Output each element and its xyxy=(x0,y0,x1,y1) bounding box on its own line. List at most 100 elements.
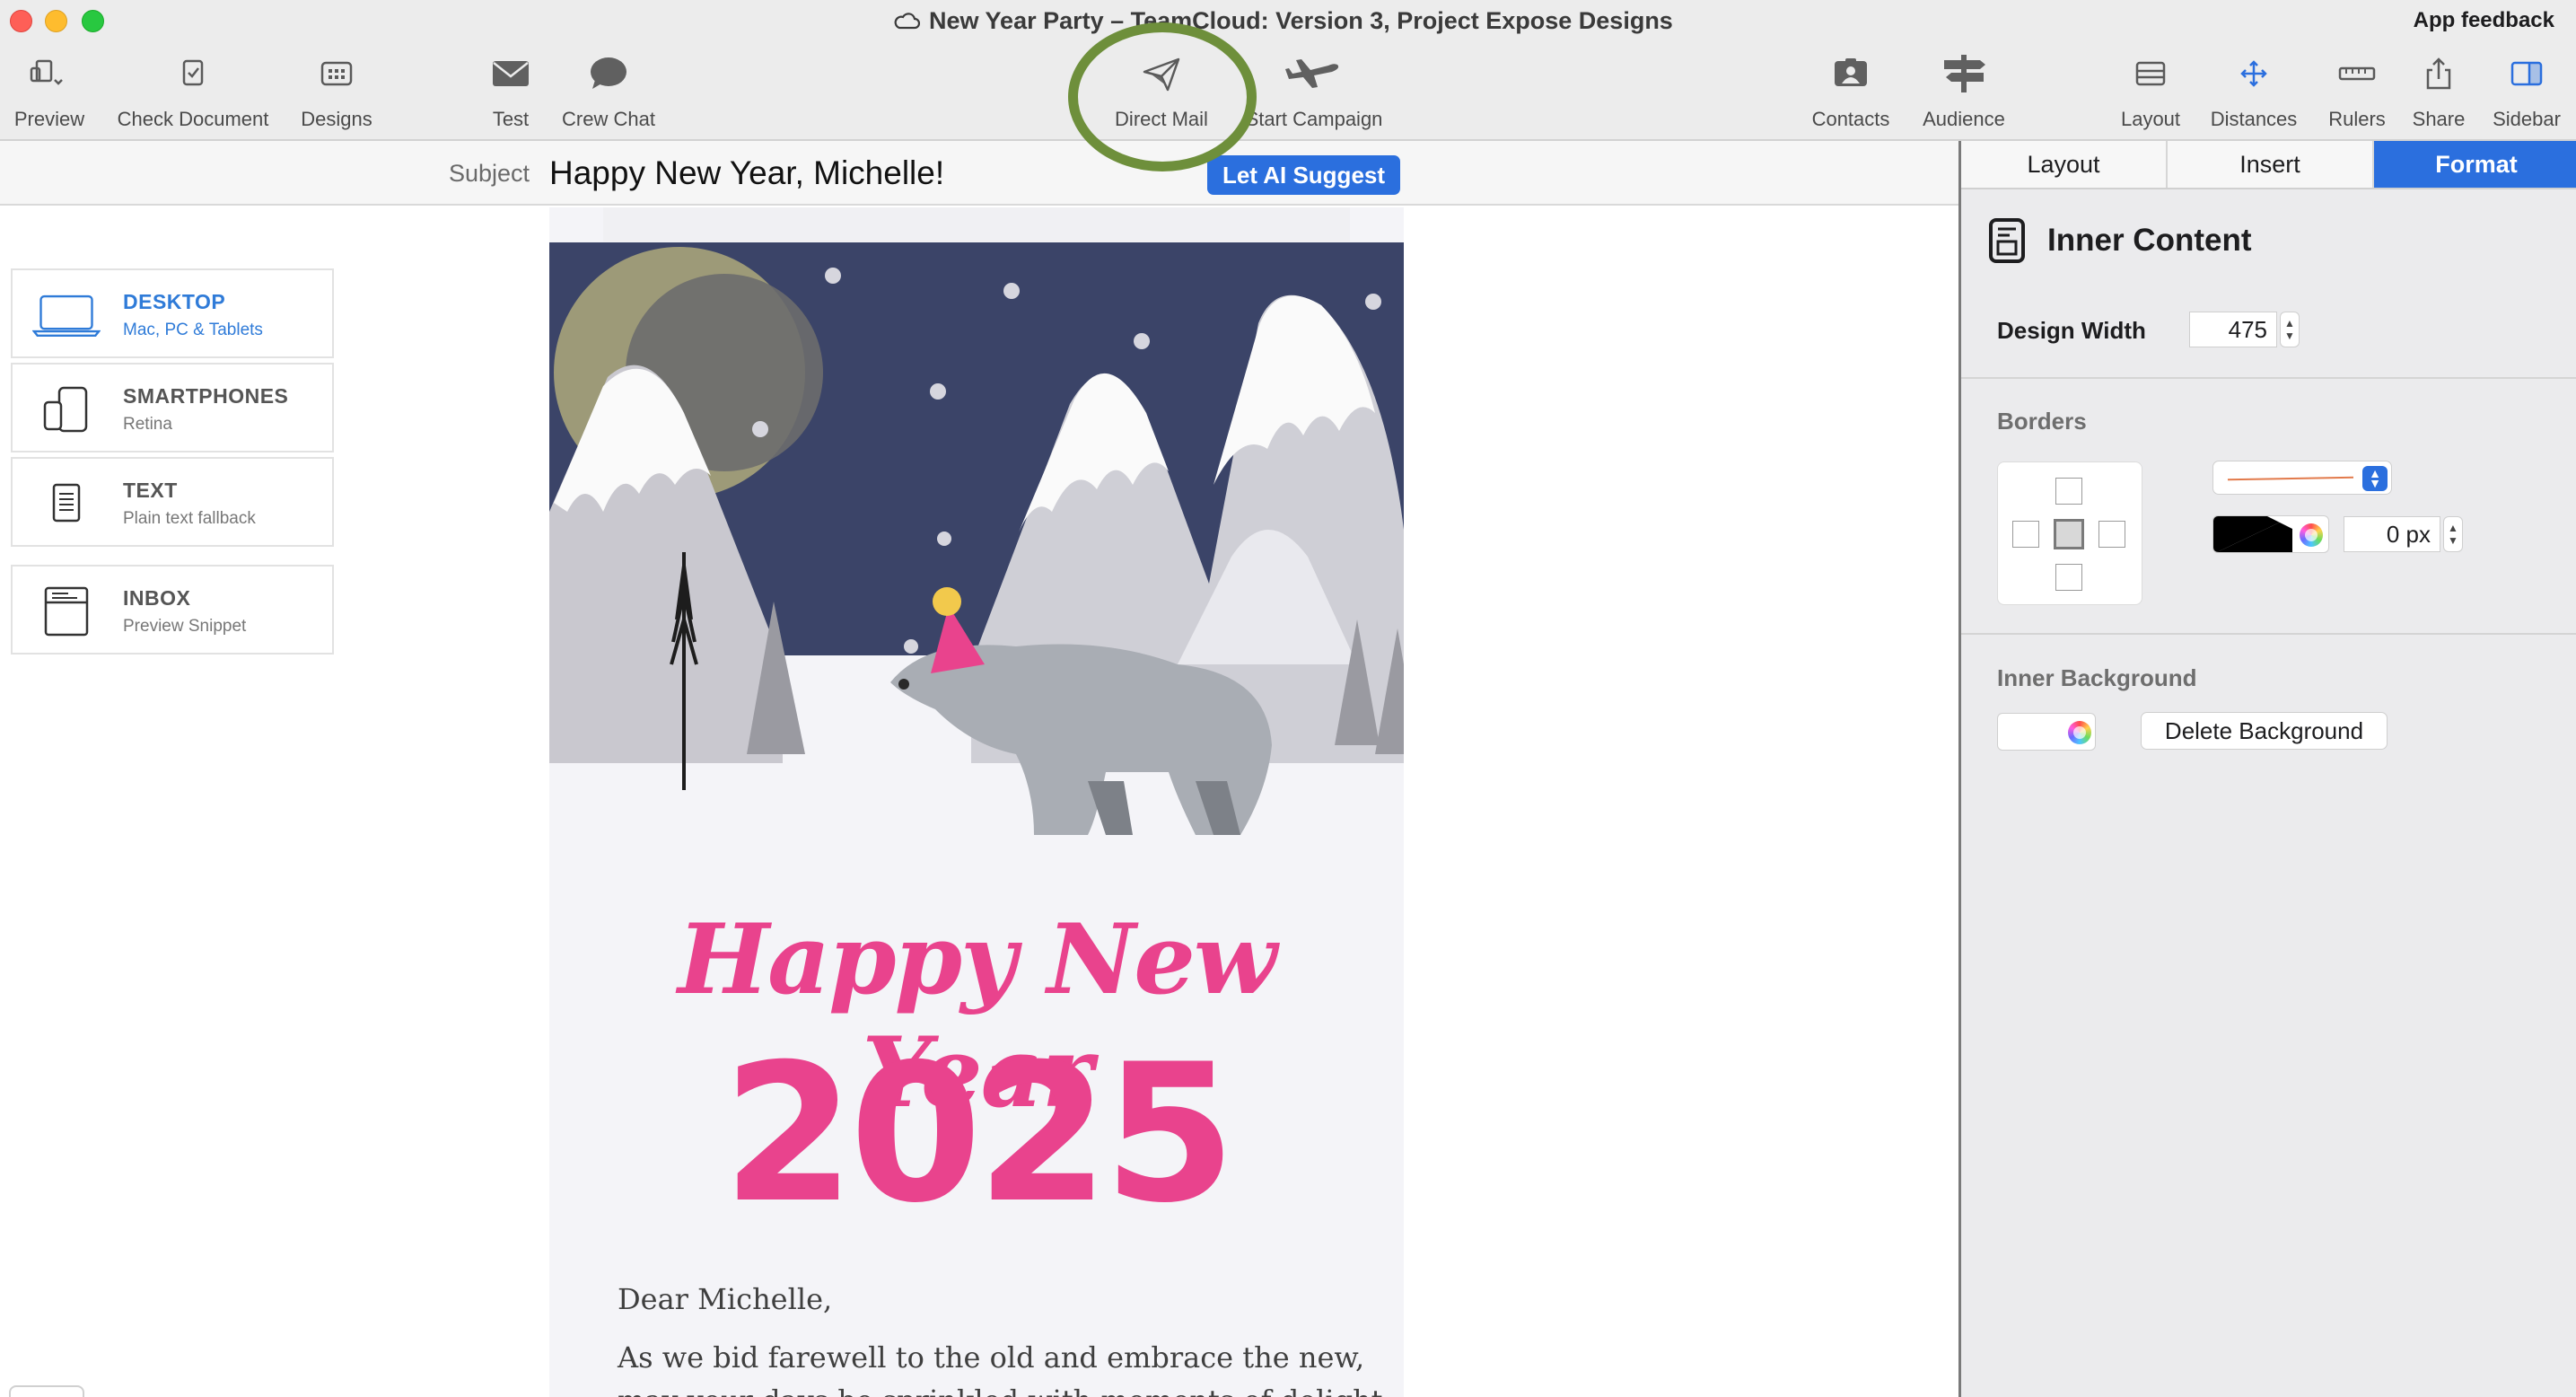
toolbar-share-button[interactable]: Share xyxy=(2404,50,2474,136)
toolbar-test-button[interactable]: Test xyxy=(476,50,546,136)
email-greeting: Dear Michelle, xyxy=(618,1282,833,1316)
toolbar-distances-button[interactable]: Distances xyxy=(2203,50,2305,136)
color-wheel-icon xyxy=(2300,523,2323,547)
sidebar-divider xyxy=(1961,377,2576,379)
device-desktop-subtitle: Mac, PC & Tablets xyxy=(123,321,263,339)
chevron-updown-icon: ▲ ▼ xyxy=(2362,466,2388,491)
toolbar-audience-button[interactable]: Audience xyxy=(1915,50,2012,136)
toolbar-preview-button[interactable]: Preview xyxy=(11,50,88,136)
border-side-selector xyxy=(1997,461,2142,605)
minimize-window-button[interactable] xyxy=(45,10,67,32)
airplane-icon xyxy=(1285,59,1339,88)
app-feedback-link[interactable]: App feedback xyxy=(2414,8,2554,33)
toolbar-rulers-button[interactable]: Rulers xyxy=(2321,50,2393,136)
border-color-well[interactable] xyxy=(2212,515,2329,553)
toolbar-test-label: Test xyxy=(492,108,530,130)
app-window: New Year Party – TeamCloud: Version 3, P… xyxy=(0,0,2576,1397)
delete-background-button[interactable]: Delete Background xyxy=(2141,712,2388,750)
border-right-toggle[interactable] xyxy=(2098,521,2125,548)
window-title-text: New Year Party – TeamCloud: Version 3, P… xyxy=(929,6,1673,34)
close-window-button[interactable] xyxy=(10,10,32,32)
inbox-icon xyxy=(44,586,89,637)
tab-insert[interactable]: Insert xyxy=(2168,141,2374,188)
toolbar-sidebar-label: Sidebar xyxy=(2493,108,2561,130)
headline-year: 2025 xyxy=(722,1023,1236,1244)
border-bottom-toggle[interactable] xyxy=(2055,564,2082,591)
tab-layout[interactable]: Layout xyxy=(1961,141,2168,188)
inner-background-label: Inner Background xyxy=(1997,664,2197,691)
toolbar-contacts-button[interactable]: Contacts xyxy=(1804,50,1897,136)
toolbar-audience-label: Audience xyxy=(1923,108,2005,130)
inner-background-color-well[interactable] xyxy=(1997,713,2096,751)
border-width-stepper[interactable]: ▲ ▼ xyxy=(2443,516,2463,552)
device-text-title: TEXT xyxy=(123,479,178,502)
border-width-input[interactable]: 0 px xyxy=(2344,516,2440,552)
laptop-icon xyxy=(32,294,101,337)
email-body-line-2: may your days be sprinkled with moments … xyxy=(618,1384,1392,1397)
device-smartphones[interactable]: SMARTPHONES Retina xyxy=(11,363,334,452)
toolbar-rulers-label: Rulers xyxy=(2328,108,2386,130)
paper-plane-icon xyxy=(1143,57,1180,92)
toolbar-sidebar-button[interactable]: Sidebar xyxy=(2486,50,2567,136)
ai-suggest-button[interactable]: Let AI Suggest xyxy=(1207,155,1400,195)
toolbar-preview-label: Preview xyxy=(13,108,85,130)
design-width-input[interactable]: 475 xyxy=(2189,312,2277,347)
toolbar-start-campaign-label: Start Campaign xyxy=(1245,108,1383,130)
sidebar-icon xyxy=(2510,61,2543,86)
toolbar-crew-chat-label: Crew Chat xyxy=(562,108,655,130)
toolbar-check-document-button[interactable]: Check Document xyxy=(110,50,276,136)
canvas-scroll-tab[interactable] xyxy=(9,1385,84,1397)
email-preview[interactable]: Happy New Year 2025 Dear Michelle, As we… xyxy=(549,207,1404,1397)
toolbar-crew-chat-button[interactable]: Crew Chat xyxy=(553,50,664,136)
design-width-stepper[interactable]: ▲ ▼ xyxy=(2280,312,2300,347)
toolbar-direct-mail-label: Direct Mail xyxy=(1115,108,1208,130)
designs-icon xyxy=(320,61,353,86)
smartphone-icon xyxy=(43,386,88,433)
device-preview-list: DESKTOP Mac, PC & Tablets SMARTPHONES Re… xyxy=(11,268,334,659)
toolbar-layout-button[interactable]: Layout xyxy=(2115,50,2186,136)
device-inbox[interactable]: INBOX Preview Snippet xyxy=(11,565,334,655)
toolbar: New Year Party – TeamCloud: Version 3, P… xyxy=(0,0,2576,141)
email-body-line-1: As we bid farewell to the old and embrac… xyxy=(618,1340,1365,1375)
toolbar-designs-label: Designs xyxy=(301,108,372,130)
contacts-icon xyxy=(1835,58,1867,86)
window-title: New Year Party – TeamCloud: Version 3, P… xyxy=(893,5,1673,36)
toolbar-start-campaign-button[interactable]: Start Campaign xyxy=(1242,50,1386,136)
tab-format[interactable]: Format xyxy=(2374,141,2576,188)
check-document-icon xyxy=(182,59,204,86)
design-canvas: DESKTOP Mac, PC & Tablets SMARTPHONES Re… xyxy=(0,207,1958,1397)
device-smartphones-title: SMARTPHONES xyxy=(123,384,289,408)
share-icon xyxy=(2426,57,2451,90)
toolbar-distances-label: Distances xyxy=(2210,108,2298,130)
device-inbox-subtitle: Preview Snippet xyxy=(123,617,247,636)
device-desktop-title: DESKTOP xyxy=(123,290,226,313)
ruler-icon xyxy=(2338,66,2376,81)
sidebar-tabs: Layout Insert Format xyxy=(1961,141,2576,189)
inner-content-icon xyxy=(1989,218,2025,263)
polar-bear-illustration xyxy=(549,242,1404,889)
border-all-toggle[interactable] xyxy=(2054,519,2084,549)
panel-title-text: Inner Content xyxy=(2047,223,2252,258)
border-style-select[interactable]: ▲ ▼ xyxy=(2212,461,2392,495)
envelope-icon xyxy=(493,61,529,86)
email-header-strip xyxy=(603,207,1350,242)
toolbar-share-label: Share xyxy=(2412,108,2466,130)
distances-icon xyxy=(2240,60,2267,87)
border-left-toggle[interactable] xyxy=(2012,521,2039,548)
zoom-window-button[interactable] xyxy=(82,10,104,32)
toolbar-contacts-label: Contacts xyxy=(1811,108,1890,130)
text-document-icon xyxy=(52,483,81,523)
panel-title: Inner Content xyxy=(1988,217,2251,264)
device-text-subtitle: Plain text fallback xyxy=(123,509,256,528)
subject-input[interactable]: Happy New Year, Michelle! xyxy=(549,154,944,192)
borders-label: Borders xyxy=(1997,408,2087,435)
border-style-preview xyxy=(2227,476,2354,481)
sidebar-divider xyxy=(1961,633,2576,635)
device-desktop[interactable]: DESKTOP Mac, PC & Tablets xyxy=(11,268,334,358)
border-top-toggle[interactable] xyxy=(2055,478,2082,505)
toolbar-direct-mail-button[interactable]: Direct Mail xyxy=(1102,50,1221,136)
color-wheel-icon xyxy=(2068,721,2091,744)
device-text[interactable]: TEXT Plain text fallback xyxy=(11,457,334,547)
layout-icon xyxy=(2135,61,2166,86)
toolbar-designs-button[interactable]: Designs xyxy=(291,50,382,136)
